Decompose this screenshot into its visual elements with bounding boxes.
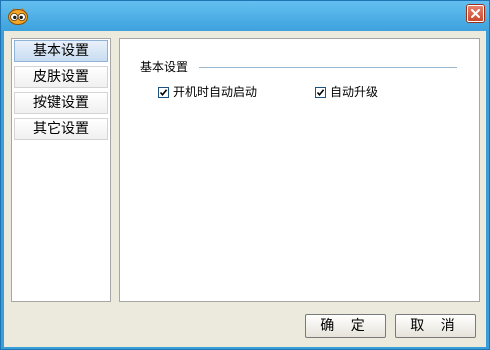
ok-button[interactable]: 确 定 (305, 314, 386, 338)
settings-category-list: 基本设置 皮肤设置 按键设置 其它设置 (11, 38, 111, 302)
dialog-body: 基本设置 皮肤设置 按键设置 其它设置 基本设置 开机时自动启动 自动升级 确 … (4, 31, 486, 347)
group-divider (199, 67, 457, 68)
settings-window: 基本设置 皮肤设置 按键设置 其它设置 基本设置 开机时自动启动 自动升级 确 … (0, 0, 490, 350)
auto-update-label: 自动升级 (330, 85, 379, 99)
auto-update-checkbox[interactable] (315, 87, 326, 98)
checkmark-icon (159, 89, 168, 97)
cancel-button[interactable]: 取 消 (395, 314, 476, 338)
group-title: 基本设置 (140, 60, 189, 74)
checkmark-icon (316, 89, 325, 97)
autostart-label: 开机时自动启动 (173, 85, 258, 99)
sidebar-item-basic-settings[interactable]: 基本设置 (14, 40, 108, 62)
sidebar-item-other-settings[interactable]: 其它设置 (14, 118, 108, 140)
close-button[interactable] (467, 5, 484, 22)
sidebar-item-hotkey-settings[interactable]: 按键设置 (14, 92, 108, 114)
owl-eyes-icon (8, 8, 28, 25)
sidebar-item-skin-settings[interactable]: 皮肤设置 (14, 66, 108, 88)
autostart-checkbox[interactable] (158, 87, 169, 98)
settings-panel: 基本设置 开机时自动启动 自动升级 (119, 38, 480, 302)
close-icon (471, 9, 480, 18)
title-bar[interactable] (1, 1, 489, 31)
